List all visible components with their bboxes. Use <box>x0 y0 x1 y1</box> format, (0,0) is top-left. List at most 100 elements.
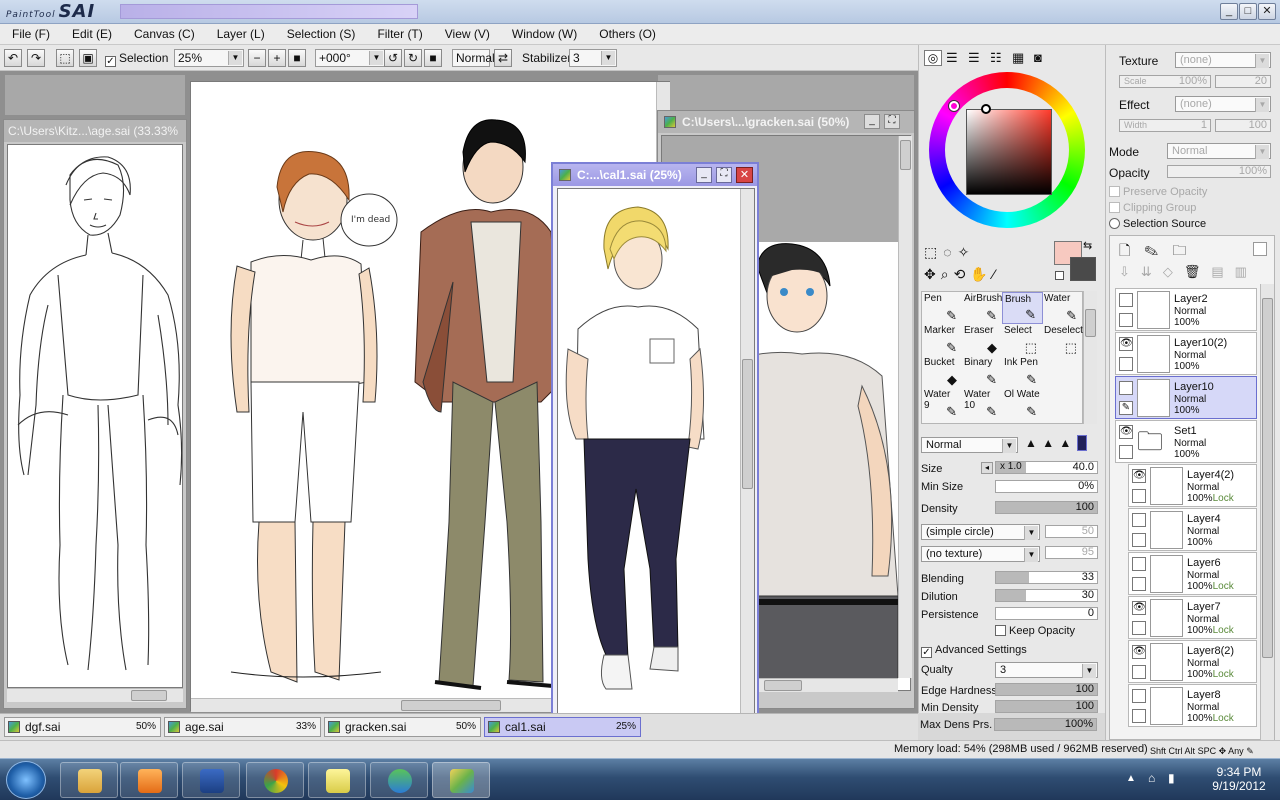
texture-select[interactable]: (none) ▼ <box>1175 52 1271 68</box>
taskbar-sai[interactable] <box>432 762 490 798</box>
window-maximize-icon[interactable]: ⛶ <box>716 167 732 183</box>
signal-icon[interactable]: ▮ <box>1168 771 1175 785</box>
tip-shape-buttons[interactable]: ▲ ▲ ▲ ■ <box>1025 435 1097 454</box>
visibility-eye-icon[interactable]: 👁 <box>1119 425 1133 439</box>
menu-edit[interactable]: Edit (E) <box>72 24 112 44</box>
new-folder-icon[interactable]: 🗀 <box>1172 242 1200 258</box>
visibility-eye-icon[interactable] <box>1132 557 1146 571</box>
effect-select[interactable]: (none) ▼ <box>1175 96 1271 112</box>
rgb-slider-icon[interactable]: ☰ <box>946 50 958 66</box>
keep-opacity-checkbox[interactable] <box>995 625 1006 636</box>
window-maximize-icon[interactable]: ⛶ <box>884 114 900 129</box>
layer-row[interactable]: ✎ Layer10 Normal 100% <box>1115 376 1257 419</box>
scroll-thumb[interactable] <box>742 359 753 489</box>
tool-marker[interactable]: Marker ✎ <box>922 324 963 356</box>
advanced-settings-checkbox[interactable]: ✓ <box>921 647 932 658</box>
clipping-group-checkbox[interactable] <box>1109 202 1120 213</box>
clipping-group-toggle[interactable]: Clipping Group <box>1109 202 1196 214</box>
new-linework-layer-icon[interactable]: ✎ <box>1144 242 1172 258</box>
menu-others[interactable]: Others (O) <box>599 24 656 44</box>
clear-layer-icon[interactable]: ◇ <box>1163 264 1184 279</box>
zoom-out-icon[interactable]: − <box>248 49 266 67</box>
network-icon[interactable]: ⌂ <box>1148 771 1155 785</box>
layer-row[interactable]: Layer8 Normal 100%Lock <box>1128 684 1257 727</box>
preserve-opacity-toggle[interactable]: Preserve Opacity <box>1109 186 1207 198</box>
maximize-button[interactable]: □ <box>1239 3 1257 20</box>
layer-row[interactable]: 👁 🗀 Set1 Normal 100% <box>1115 420 1257 463</box>
swap-colors-icon[interactable]: ⇆ <box>1083 239 1092 252</box>
layer-opacity-slider[interactable]: 100% <box>1167 165 1271 178</box>
rotate-left-icon[interactable]: ↺ <box>384 49 402 67</box>
menu-selection[interactable]: Selection (S) <box>287 24 356 44</box>
cal1-vscrollbar[interactable] <box>740 189 754 759</box>
layer-row[interactable]: Layer4 Normal 100% <box>1128 508 1257 551</box>
taskbar-chrome[interactable] <box>246 762 304 798</box>
menu-filter[interactable]: Filter (T) <box>377 24 422 44</box>
layer-options-icon[interactable] <box>1253 242 1267 256</box>
tool-pen[interactable]: Pen ✎ <box>922 292 963 324</box>
hue-marker[interactable] <box>949 101 959 111</box>
copy-icon[interactable]: ▤ <box>1211 264 1234 279</box>
menu-file[interactable]: File (F) <box>12 24 50 44</box>
selection-source-toggle[interactable]: Selection Source <box>1109 218 1206 230</box>
stabilizer-select[interactable]: 3 ▼ <box>569 49 617 67</box>
tool-select[interactable]: Select ⬚ <box>1002 324 1043 356</box>
scale-number[interactable]: 20 <box>1215 75 1271 88</box>
selection-checkbox[interactable]: ✓ <box>105 56 116 67</box>
taskbar-notes[interactable] <box>308 762 366 798</box>
taskbar-messenger[interactable] <box>370 762 428 798</box>
zoom-reset-icon[interactable]: ■ <box>288 49 306 67</box>
dilution-slider[interactable]: 30 <box>995 589 1098 602</box>
scroll-thumb[interactable] <box>1085 309 1096 337</box>
tool-grid-scrollbar[interactable] <box>1083 291 1097 424</box>
reset-colors-icon[interactable] <box>1055 271 1064 280</box>
color-wheel-icon[interactable]: ◎ <box>924 50 942 66</box>
width-number[interactable]: 100 <box>1215 119 1271 132</box>
brush-shape-select[interactable]: (simple circle) ▼ <box>921 524 1040 540</box>
tool-brush[interactable]: Brush ✎ <box>1002 292 1043 324</box>
palette-icon[interactable]: ▦ <box>1012 50 1024 66</box>
color-picker-marker[interactable] <box>981 104 991 114</box>
layer-row[interactable]: 👁 Layer4(2) Normal 100%Lock <box>1128 464 1257 507</box>
menu-view[interactable]: View (V) <box>445 24 490 44</box>
tool-bucket[interactable]: Bucket ◆ <box>922 356 963 388</box>
rect-select-icon[interactable]: ⬚ <box>924 244 943 260</box>
visibility-eye-icon[interactable] <box>1132 689 1146 703</box>
visibility-eye-icon[interactable]: 👁 <box>1132 469 1146 483</box>
tool-eraser[interactable]: Eraser ◆ <box>962 324 1003 356</box>
window-close-icon[interactable]: ✕ <box>736 167 753 183</box>
hsv-slider-icon[interactable]: ☰ <box>968 50 980 66</box>
undo-icon[interactable]: ↶ <box>4 49 22 67</box>
layer-row[interactable]: Layer2 Normal 100% <box>1115 288 1257 331</box>
min-density-slider[interactable]: 100 <box>995 700 1098 713</box>
tab-age[interactable]: age.sai 33% <box>164 717 321 737</box>
edge-hardness-slider[interactable]: 100 <box>995 683 1098 696</box>
age-window-title[interactable]: C:\Users\Kitz...\age.sai (33.33% <box>4 120 186 142</box>
blending-slider[interactable]: 33 <box>995 571 1098 584</box>
advanced-settings-toggle[interactable]: ✓ Advanced Settings <box>921 644 1027 658</box>
layer-link-box[interactable] <box>1132 577 1146 591</box>
tool-water[interactable]: Water ✎ <box>1042 292 1083 324</box>
taskbar-app[interactable] <box>182 762 240 798</box>
color-saturation-square[interactable] <box>966 109 1052 195</box>
age-hscrollbar[interactable] <box>7 688 183 702</box>
merge-down-icon[interactable]: ⇊ <box>1141 264 1163 279</box>
scratchpad-icon[interactable]: ◙ <box>1034 50 1042 65</box>
size-decrease-icon[interactable]: ◂ <box>981 462 993 474</box>
taskbar-explorer[interactable] <box>60 762 118 798</box>
density-slider[interactable]: 100 <box>995 501 1098 514</box>
tool-ol-wate[interactable]: Ol Wate ✎ <box>1002 388 1043 420</box>
tool-ink-pen[interactable]: Ink Pen ✎ <box>1002 356 1043 388</box>
layer-link-box[interactable] <box>1119 357 1133 371</box>
delete-layer-icon[interactable]: 🗑 <box>1184 264 1212 279</box>
zoom-icon[interactable]: ⌕ <box>941 266 954 282</box>
clock[interactable]: 9:34 PM 9/19/2012 <box>1206 765 1272 793</box>
hand-icon[interactable]: ✋ <box>970 266 992 282</box>
layer-row[interactable]: Layer6 Normal 100%Lock <box>1128 552 1257 595</box>
keep-opacity-toggle[interactable]: Keep Opacity <box>995 625 1075 637</box>
cal1-canvas[interactable] <box>557 188 755 773</box>
menu-canvas[interactable]: Canvas (C) <box>134 24 195 44</box>
brush-texture-select[interactable]: (no texture) ▼ <box>921 546 1040 562</box>
layer-mode-select[interactable]: Normal ▼ <box>1167 143 1271 159</box>
rotate-right-icon[interactable]: ↻ <box>404 49 422 67</box>
